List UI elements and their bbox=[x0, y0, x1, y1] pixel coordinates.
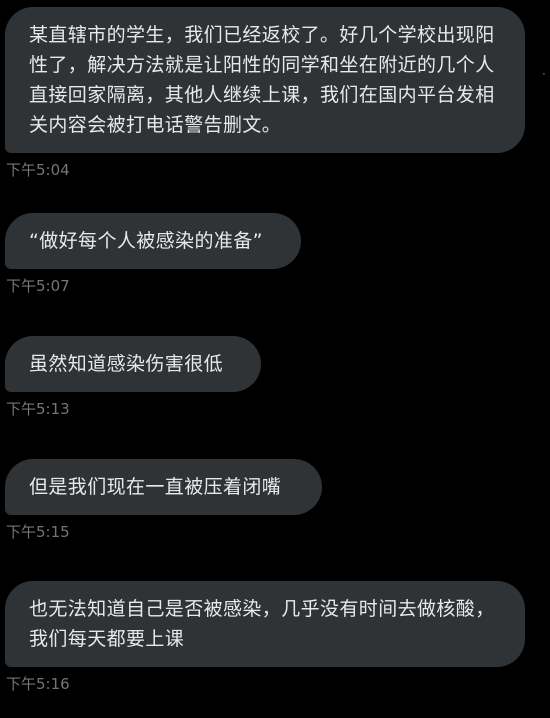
message-timestamp: 下午5:04 bbox=[6, 161, 70, 179]
message-bubble[interactable]: 也无法知道自己是否被感染，几乎没有时间去做核酸，我们每天都要上课 bbox=[5, 581, 525, 667]
message-2: “做好每个人被感染的准备” 下午5:07 bbox=[5, 213, 301, 295]
message-4: 但是我们现在一直被压着闭嘴 下午5:15 bbox=[5, 459, 322, 541]
message-bubble[interactable]: “做好每个人被感染的准备” bbox=[5, 213, 301, 269]
message-timestamp: 下午5:15 bbox=[6, 523, 70, 541]
message-thread: 某直辖市的学生，我们已经返校了。好几个学校出现阳性了，解决方法就是让阳性的同学和… bbox=[0, 0, 550, 718]
message-timestamp: 下午5:13 bbox=[6, 400, 70, 418]
message-bubble[interactable]: 虽然知道感染伤害很低 bbox=[5, 336, 261, 392]
edge-dot-icon: · bbox=[542, 67, 546, 81]
message-bubble[interactable]: 但是我们现在一直被压着闭嘴 bbox=[5, 459, 322, 515]
message-3: 虽然知道感染伤害很低 下午5:13 bbox=[5, 336, 261, 418]
message-timestamp: 下午5:07 bbox=[6, 277, 70, 295]
message-timestamp: 下午5:16 bbox=[6, 675, 70, 693]
message-5: 也无法知道自己是否被感染，几乎没有时间去做核酸，我们每天都要上课 下午5:16 bbox=[5, 581, 525, 693]
message-1: 某直辖市的学生，我们已经返校了。好几个学校出现阳性了，解决方法就是让阳性的同学和… bbox=[5, 7, 525, 179]
message-bubble[interactable]: 某直辖市的学生，我们已经返校了。好几个学校出现阳性了，解决方法就是让阳性的同学和… bbox=[5, 7, 525, 153]
